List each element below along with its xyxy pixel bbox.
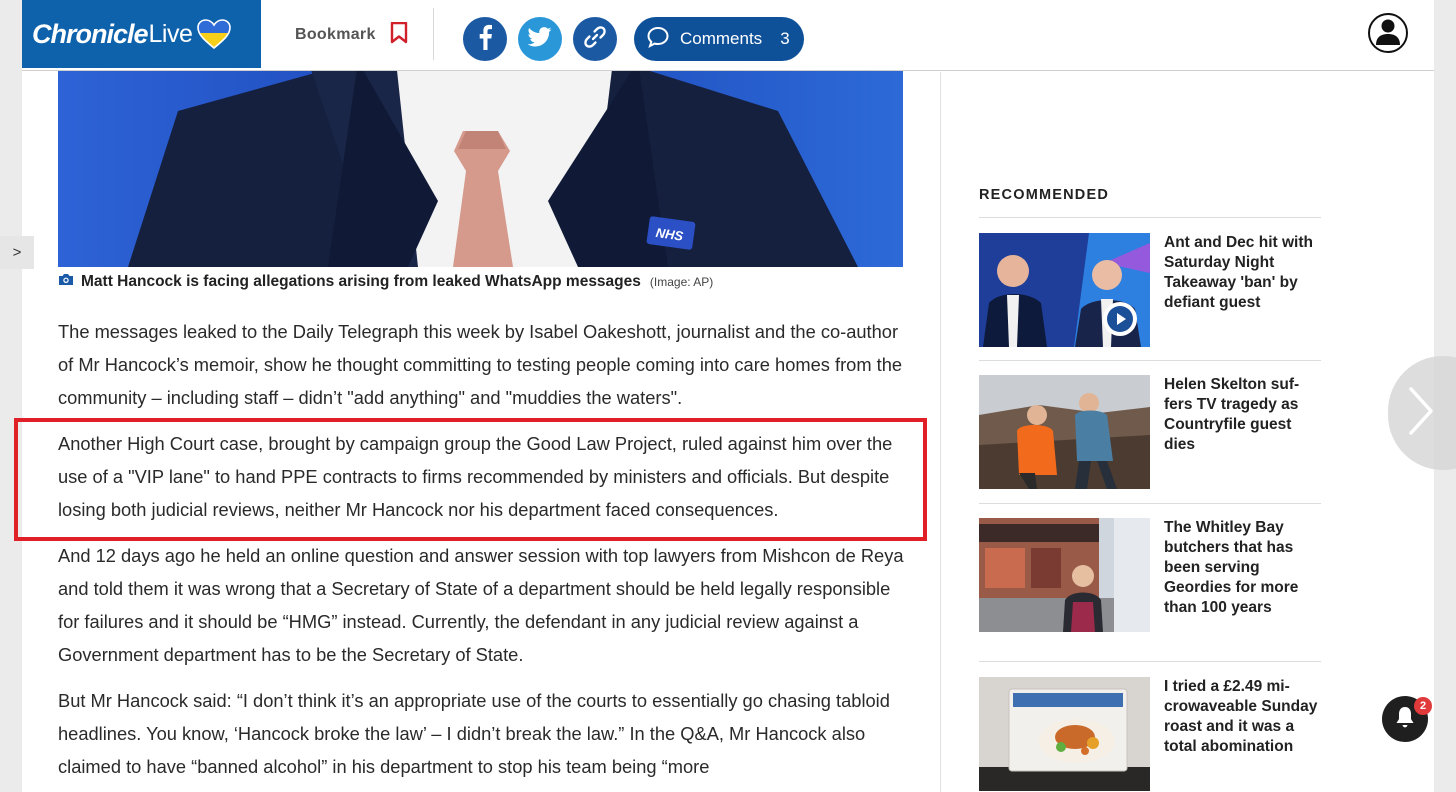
recommended-thumbnail xyxy=(979,233,1150,347)
twitter-share-button[interactable] xyxy=(518,17,562,61)
image-caption: Matt Hancock is facing allegations arisi… xyxy=(58,273,713,291)
account-icon xyxy=(1370,15,1406,51)
recommended-thumbnail xyxy=(979,518,1150,632)
article-paragraph: The messages leaked to the Daily Telegra… xyxy=(58,321,903,408)
twitter-icon xyxy=(527,26,552,52)
recommended-headline: The Whitley Bay butchers that has been s… xyxy=(1164,519,1299,616)
recommended-divider xyxy=(979,217,1321,218)
site-header: Chronicle Live Bookmark Comments 3 xyxy=(22,0,1434,71)
recommended-item[interactable]: Helen Skelton suf-fers TV tragedy as Cou… xyxy=(979,375,1321,491)
side-panel-toggle[interactable]: > xyxy=(0,236,34,269)
column-divider xyxy=(940,72,941,792)
chevron-right-icon xyxy=(1406,385,1436,442)
article-paragraph: Another High Court case, brought by camp… xyxy=(58,433,893,520)
facebook-share-button[interactable] xyxy=(463,17,507,61)
logo-sub-text: Live xyxy=(148,19,193,48)
article-hero-image: NHS xyxy=(58,71,903,267)
bookmark-label: Bookmark xyxy=(295,26,376,43)
facebook-icon xyxy=(476,24,494,55)
comments-button[interactable]: Comments 3 xyxy=(634,17,804,61)
recommended-divider xyxy=(979,661,1321,662)
recommended-divider xyxy=(979,503,1321,504)
comment-bubble-icon xyxy=(646,26,670,53)
page: Chronicle Live Bookmark Comments 3 NHS M… xyxy=(14,0,1434,792)
article-paragraph: But Mr Hancock said: “I don’t think it’s… xyxy=(58,690,890,777)
logo-main-text: Chronicle xyxy=(32,18,149,49)
recommended-thumbnail xyxy=(979,375,1150,489)
recommended-divider xyxy=(979,360,1321,361)
header-divider xyxy=(433,8,434,60)
article-paragraph: And 12 days ago he held an online questi… xyxy=(58,545,904,665)
recommended-heading: RECOMMENDED xyxy=(979,187,1110,203)
recommended-headline: Ant and Dec hit with Saturday Night Take… xyxy=(1164,234,1313,311)
account-button[interactable] xyxy=(1368,13,1408,53)
ukraine-heart-icon xyxy=(197,19,232,50)
caption-text: Matt Hancock is facing allegations arisi… xyxy=(81,273,641,290)
site-logo[interactable]: Chronicle Live xyxy=(22,0,261,68)
recommended-item[interactable]: I tried a £2.49 mi-crowaveable Sunday ro… xyxy=(979,677,1321,792)
side-panel-toggle-label: > xyxy=(12,244,22,261)
copy-link-button[interactable] xyxy=(573,17,617,61)
recommended-thumbnail xyxy=(979,677,1150,791)
caption-credit: (Image: AP) xyxy=(649,275,714,289)
recommended-item[interactable]: The Whitley Bay butchers that has been s… xyxy=(979,518,1321,634)
comments-count: 3 xyxy=(780,29,790,48)
recommended-item[interactable]: Ant and Dec hit with Saturday Night Take… xyxy=(979,233,1321,349)
recommended-headline: I tried a £2.49 mi-crowaveable Sunday ro… xyxy=(1164,678,1318,755)
comments-label: Comments xyxy=(680,29,763,48)
notification-count-badge: 2 xyxy=(1414,697,1432,715)
bell-icon xyxy=(1394,705,1416,734)
bookmark-icon xyxy=(390,21,408,49)
link-icon xyxy=(583,25,607,54)
video-play-icon[interactable] xyxy=(1103,302,1137,336)
camera-icon xyxy=(58,273,74,291)
recommended-headline: Helen Skelton suf-fers TV tragedy as Cou… xyxy=(1164,376,1300,453)
bookmark-button[interactable]: Bookmark xyxy=(295,20,408,50)
